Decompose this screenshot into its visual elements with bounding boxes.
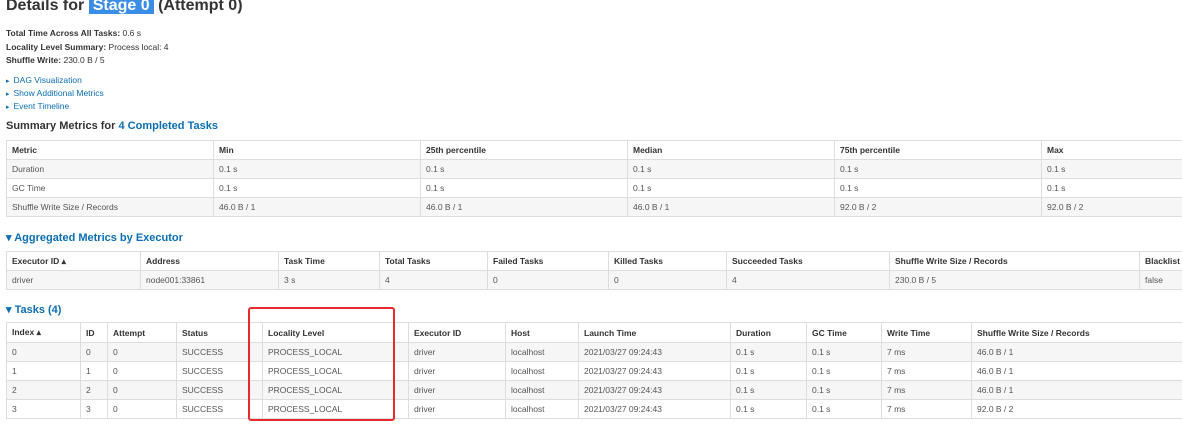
triangle-down-icon: ▾ — [6, 304, 12, 316]
triangle-down-icon: ▾ — [6, 232, 12, 244]
table-row: 0 0 0 SUCCESS PROCESS_LOCAL driver localhost 20… — [6, 342, 1182, 362]
table-row: 1 1 0 SUCCESS PROCESS_LOCAL driver localhost 20… — [6, 361, 1182, 381]
completed-tasks-link[interactable]: 4 Completed Tasks — [119, 120, 218, 132]
sort-ascending-icon: ▴ — [61, 255, 66, 266]
info-total-time: Total Time Across All Tasks: 0.6 s — [6, 28, 141, 38]
title-prefix: Details for — [6, 0, 85, 14]
triangle-right-icon: ▸ — [6, 91, 10, 98]
page-title: Details for Stage 0 (Attempt 0) — [6, 0, 243, 15]
stage-highlight: Stage 0 — [88, 0, 154, 14]
info-shuffle-write: Shuffle Write: 230.0 B / 5 — [6, 55, 105, 65]
table-row: Shuffle Write Size / Records 46.0 B / 1 46… — [6, 197, 1182, 217]
sortable-column-header[interactable]: Index ▴ — [6, 322, 81, 343]
aggregated-metrics-table: Executor ID ▴ Address Task Time Total Ta… — [6, 251, 1182, 290]
event-timeline-link[interactable]: ▸ Event Timeline — [6, 101, 69, 111]
table-row: GC Time 0.1 s 0.1 s 0.1 s 0.1 s 0.1 s — [6, 178, 1182, 198]
dag-visualization-link[interactable]: ▸ DAG Visualization — [6, 75, 82, 85]
table-row: 3 3 0 SUCCESS PROCESS_LOCAL driver localhost 20… — [6, 399, 1182, 419]
sortable-column-header[interactable]: Executor ID ▴ — [6, 251, 141, 271]
table-header-row: Executor ID ▴ Address Task Time Total Ta… — [6, 251, 1182, 271]
aggregated-metrics-toggle[interactable]: ▾ Aggregated Metrics by Executor — [6, 231, 183, 244]
table-row: 2 2 0 SUCCESS PROCESS_LOCAL driver localhost 20… — [6, 380, 1182, 400]
table-row: driver node001:33861 3 s 4 0 0 4 230.0 B / 5 fal… — [6, 270, 1182, 290]
triangle-right-icon: ▸ — [6, 78, 10, 85]
table-header-row: Metric Min 25th percentile Median 75th p… — [6, 140, 1182, 160]
summary-metrics-heading: Summary Metrics for 4 Completed Tasks — [6, 120, 218, 132]
table-row: Duration 0.1 s 0.1 s 0.1 s 0.1 s 0.1 s — [6, 159, 1182, 179]
table-header-row: Index ▴ ID Attempt Status Locality Level… — [6, 322, 1182, 343]
sort-ascending-icon: ▴ — [36, 327, 41, 337]
summary-metrics-table: Metric Min 25th percentile Median 75th p… — [6, 140, 1182, 217]
tasks-toggle[interactable]: ▾ Tasks (4) — [6, 303, 61, 316]
tasks-table: Index ▴ ID Attempt Status Locality Level… — [6, 322, 1182, 419]
info-locality-summary: Locality Level Summary: Process local: 4 — [6, 42, 169, 52]
title-suffix: (Attempt 0) — [158, 0, 243, 14]
show-additional-metrics-link[interactable]: ▸ Show Additional Metrics — [6, 88, 104, 98]
triangle-right-icon: ▸ — [6, 104, 10, 111]
